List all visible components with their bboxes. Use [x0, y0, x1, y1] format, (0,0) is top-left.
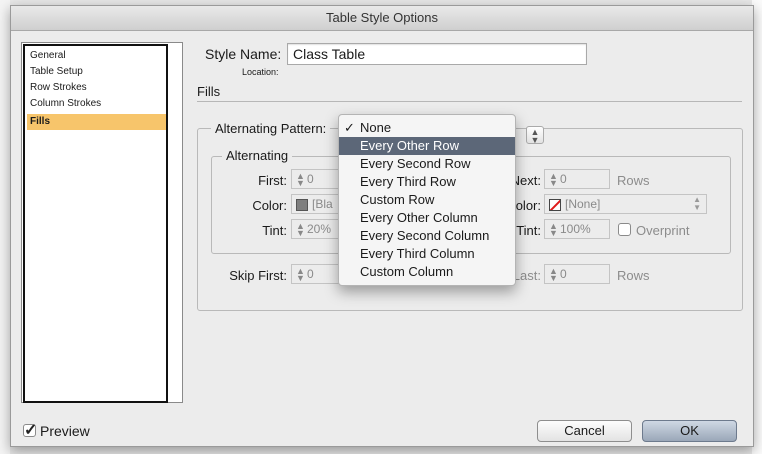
stepper-arrows-icon: ▲ ▼: [296, 265, 305, 283]
skip-first-value: 0: [307, 267, 314, 281]
menu-item-every-other-column[interactable]: Every Other Column: [339, 209, 515, 227]
alternating-pattern-select-arrows[interactable]: ▲ ▼: [526, 126, 544, 145]
alternating-pattern-menu: ✓ None Every Other Row Every Second Row E…: [338, 114, 516, 286]
stepper-arrows-icon: ▲ ▼: [296, 220, 305, 238]
checkmark-icon: ✓: [344, 120, 355, 135]
checkmark-icon: ✓: [24, 422, 38, 439]
color-value-2: [None]: [565, 197, 601, 211]
stepper-arrows-icon: ▲ ▼: [549, 220, 558, 238]
skip-first-label: Skip First:: [229, 268, 287, 283]
dialog-title: Table Style Options: [11, 6, 753, 31]
stepper-arrows-icon: ▲ ▼: [549, 170, 558, 188]
menu-item-custom-column[interactable]: Custom Column: [339, 263, 515, 281]
color-label-1: Color:: [252, 198, 287, 213]
menu-item-every-second-row[interactable]: Every Second Row: [339, 155, 515, 173]
color-select-2[interactable]: [None] ▲ ▼: [544, 194, 707, 214]
sidebar-item-table-setup[interactable]: Table Setup: [27, 64, 166, 80]
style-name-label: Style Name:: [205, 46, 282, 62]
section-divider: [197, 101, 742, 102]
preview-label: Preview: [40, 423, 90, 439]
tint-value-2: 100%: [560, 222, 591, 236]
menu-item-label: None: [360, 120, 392, 135]
skip-last-value: 0: [560, 267, 567, 281]
alternating-pattern-label: Alternating Pattern:: [211, 121, 331, 136]
menu-item-none[interactable]: ✓ None: [339, 119, 515, 137]
menu-item-custom-row[interactable]: Custom Row: [339, 191, 515, 209]
sidebar-item-fills[interactable]: Fills: [27, 114, 166, 130]
skip-last-stepper[interactable]: ▲ ▼ 0: [544, 264, 610, 284]
sidebar-list: General Table Setup Row Strokes Column S…: [23, 44, 168, 403]
ok-button[interactable]: OK: [642, 420, 737, 442]
alternating-title: Alternating: [222, 148, 293, 163]
none-swatch-icon: [549, 198, 561, 211]
color-value-1: [Bla: [312, 197, 333, 211]
sidebar-item-column-strokes[interactable]: Column Strokes: [27, 96, 166, 112]
overprint-label: Overprint: [636, 223, 690, 238]
select-arrows-icon: ▲ ▼: [693, 195, 701, 212]
overprint-checkbox[interactable]: [618, 223, 631, 236]
preview-checkbox[interactable]: ✓: [23, 422, 37, 439]
tint-value-1: 20%: [307, 222, 332, 236]
location-label: Location:: [242, 67, 279, 77]
stepper-arrows-icon: ▲ ▼: [549, 265, 558, 283]
next-stepper[interactable]: ▲ ▼ 0: [544, 169, 610, 189]
next-value: 0: [560, 172, 567, 186]
first-label: First:: [258, 173, 287, 188]
style-name-input[interactable]: Class Table: [287, 43, 587, 65]
next-unit: Rows: [617, 173, 650, 188]
sidebar-item-row-strokes[interactable]: Row Strokes: [27, 80, 166, 96]
menu-item-every-third-row[interactable]: Every Third Row: [339, 173, 515, 191]
section-title: Fills: [197, 84, 221, 99]
stepper-arrows-icon: ▲ ▼: [296, 170, 305, 188]
tint-stepper-2[interactable]: ▲ ▼ 100%: [544, 219, 610, 239]
menu-item-every-other-row[interactable]: Every Other Row: [339, 137, 515, 155]
black-swatch-icon: [296, 198, 308, 211]
tint-label-1: Tint:: [262, 223, 287, 238]
background-window-edge: [0, 0, 10, 454]
cancel-button[interactable]: Cancel: [537, 420, 632, 442]
menu-item-every-second-column[interactable]: Every Second Column: [339, 227, 515, 245]
first-value: 0: [307, 172, 314, 186]
skip-last-unit: Rows: [617, 268, 650, 283]
sidebar-item-general[interactable]: General: [27, 48, 166, 64]
menu-item-every-third-column[interactable]: Every Third Column: [339, 245, 515, 263]
